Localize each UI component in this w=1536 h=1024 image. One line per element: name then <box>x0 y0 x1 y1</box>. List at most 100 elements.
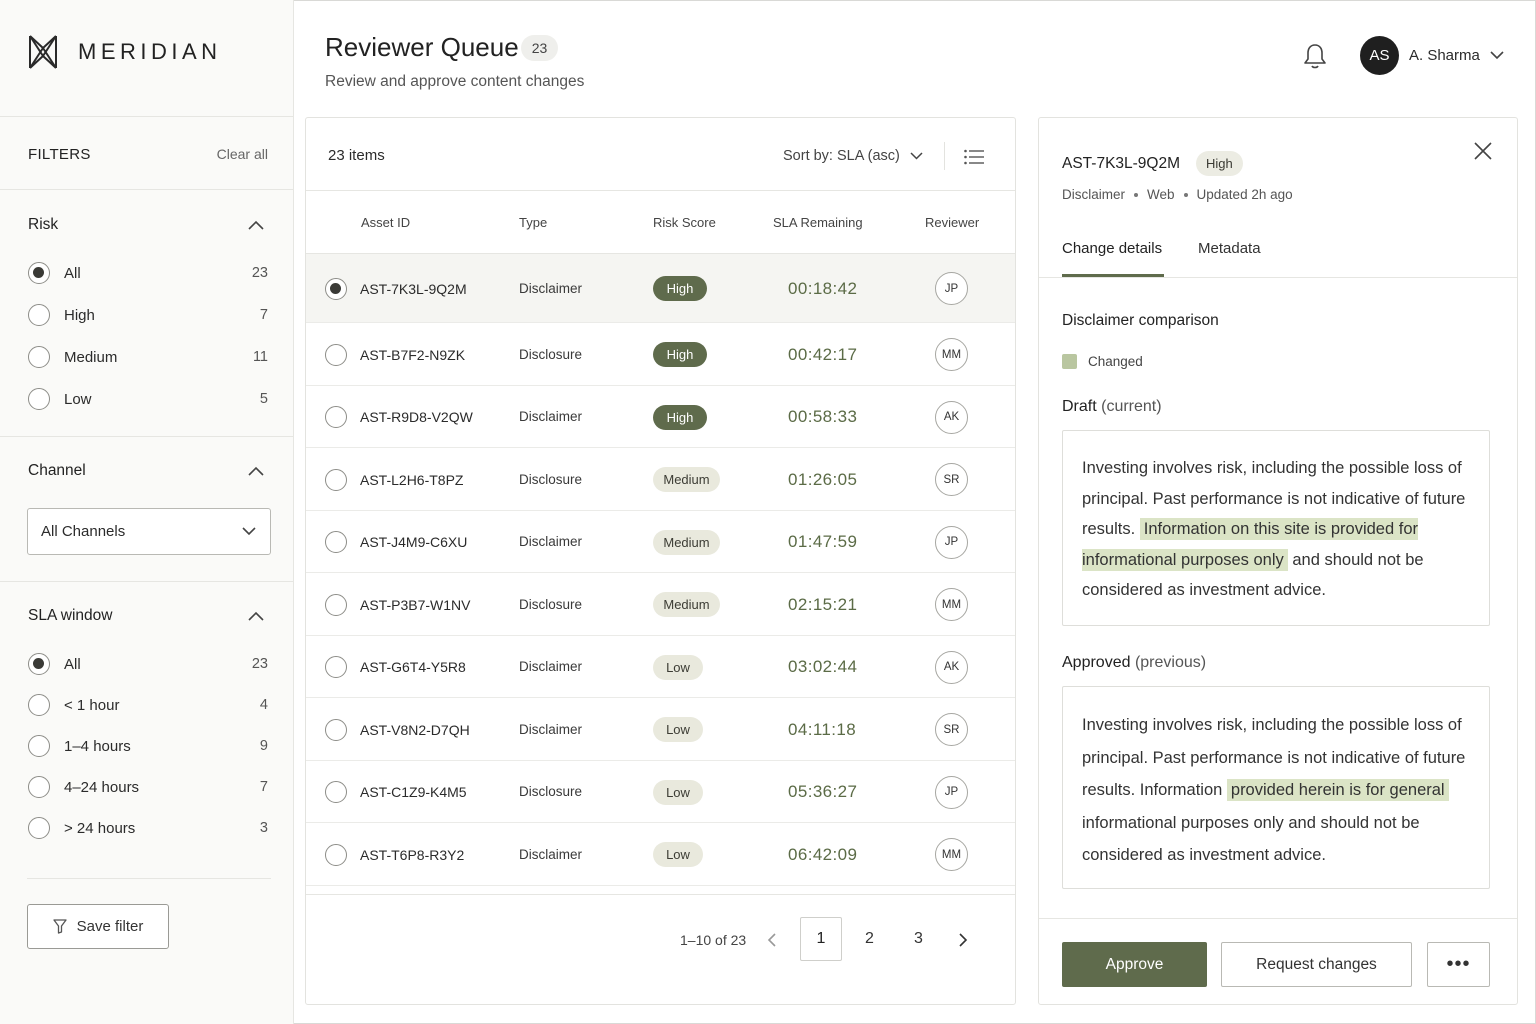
column-header-type[interactable]: Type <box>519 215 547 230</box>
bell-icon[interactable] <box>1302 42 1328 70</box>
filter-option[interactable]: High 7 <box>28 302 268 328</box>
sla-remaining-cell: 00:58:33 <box>788 407 858 426</box>
save-filter-button[interactable]: Save filter <box>27 904 169 949</box>
risk-badge: Low <box>653 717 703 742</box>
row-select-radio[interactable] <box>325 468 347 491</box>
asset-id-cell[interactable]: AST-R9D8-V2QW <box>360 409 473 425</box>
user-name[interactable]: A. Sharma <box>1409 47 1480 64</box>
table-row[interactable]: AST-V8N2-D7QH Disclaimer Low 04:11:18 SR <box>306 698 1015 761</box>
close-icon[interactable] <box>1473 141 1493 161</box>
chevron-left-icon[interactable] <box>766 932 778 948</box>
reviewer-avatar[interactable]: AK <box>935 650 968 684</box>
row-select-radio[interactable] <box>325 781 347 803</box>
chevron-up-icon[interactable] <box>248 611 264 621</box>
sla-section-title[interactable]: SLA window <box>28 607 112 625</box>
list-view-icon[interactable] <box>964 149 984 165</box>
channel-select[interactable]: All Channels <box>27 508 271 555</box>
reviewer-avatar[interactable]: JP <box>935 272 968 305</box>
filter-option[interactable]: 4–24 hours 7 <box>28 774 268 800</box>
radio-button[interactable] <box>28 776 50 798</box>
tab-change-details[interactable]: Change details <box>1062 240 1162 257</box>
asset-id-cell[interactable]: AST-V8N2-D7QH <box>360 722 470 738</box>
sort-dropdown[interactable]: Sort by: SLA (asc) <box>783 148 923 164</box>
table-row[interactable]: AST-P3B7-W1NV Disclosure Medium 02:15:21 MM <box>306 573 1015 636</box>
asset-id-cell[interactable]: AST-B7F2-N9ZK <box>360 347 465 363</box>
reviewer-avatar[interactable]: JP <box>935 775 968 809</box>
table-row[interactable]: AST-J4M9-C6XU Disclaimer Medium 01:47:59 JP <box>306 511 1015 573</box>
chevron-right-icon[interactable] <box>957 932 969 948</box>
filter-option-label: Low <box>64 390 92 408</box>
reviewer-avatar[interactable]: SR <box>935 463 968 496</box>
row-select-radio[interactable] <box>325 531 347 553</box>
save-filter-label: Save filter <box>76 918 144 935</box>
column-header-sla-remaining[interactable]: SLA Remaining <box>773 215 863 230</box>
brand[interactable]: MERIDIAN <box>28 34 222 70</box>
table-row[interactable]: AST-T6P8-R3Y2 Disclaimer Low 06:42:09 MM <box>306 823 1015 886</box>
column-header-risk-score[interactable]: Risk Score <box>653 215 716 230</box>
changed-swatch <box>1062 354 1077 369</box>
filter-option[interactable]: All 23 <box>28 651 268 677</box>
radio-button[interactable] <box>28 653 50 675</box>
page-3-button[interactable]: 3 <box>914 930 923 948</box>
table-row[interactable]: AST-L2H6-T8PZ Disclosure Medium 01:26:05 SR <box>306 448 1015 511</box>
page-2-button[interactable]: 2 <box>865 930 874 948</box>
reviewer-avatar[interactable]: SR <box>935 713 968 746</box>
column-header-asset-id[interactable]: Asset ID <box>361 215 410 230</box>
row-select-radio[interactable] <box>325 656 347 678</box>
filter-option[interactable]: All 23 <box>28 260 268 286</box>
row-select-radio[interactable] <box>325 277 347 300</box>
reviewer-avatar[interactable]: MM <box>935 838 968 871</box>
asset-id-cell[interactable]: AST-C1Z9-K4M5 <box>360 784 467 800</box>
radio-button[interactable] <box>28 694 50 716</box>
avatar[interactable]: AS <box>1360 36 1399 75</box>
page-1-button[interactable]: 1 <box>800 917 842 961</box>
row-select-radio[interactable] <box>325 593 347 616</box>
reviewer-avatar[interactable]: AK <box>935 400 968 434</box>
asset-id-cell[interactable]: AST-L2H6-T8PZ <box>360 472 463 488</box>
chevron-up-icon[interactable] <box>248 466 264 476</box>
channel-section-title[interactable]: Channel <box>28 462 86 480</box>
table-row[interactable]: AST-R9D8-V2QW Disclaimer High 00:58:33 AK <box>306 386 1015 448</box>
clear-all-link[interactable]: Clear all <box>217 146 268 163</box>
radio-button[interactable] <box>28 304 50 326</box>
table-row[interactable]: AST-7K3L-9Q2M Disclaimer High 00:18:42 JP <box>306 254 1015 323</box>
radio-button[interactable] <box>28 817 50 839</box>
table-row[interactable]: AST-C1Z9-K4M5 Disclosure Low 05:36:27 JP <box>306 761 1015 823</box>
asset-id-cell[interactable]: AST-G6T4-Y5R8 <box>360 659 466 675</box>
asset-id-cell[interactable]: AST-T6P8-R3Y2 <box>360 847 464 863</box>
filter-option[interactable]: Medium 11 <box>28 344 268 370</box>
filter-option[interactable]: Low 5 <box>28 386 268 412</box>
tab-metadata[interactable]: Metadata <box>1198 240 1261 257</box>
reviewer-avatar[interactable]: MM <box>935 338 968 371</box>
asset-id-cell[interactable]: AST-J4M9-C6XU <box>360 534 467 550</box>
pagination-range: 1–10 of 23 <box>680 932 747 948</box>
request-changes-button[interactable]: Request changes <box>1221 942 1412 987</box>
reviewer-avatar[interactable]: JP <box>935 525 968 559</box>
radio-button[interactable] <box>28 388 50 410</box>
more-actions-button[interactable]: ••• <box>1427 942 1490 987</box>
risk-section-title[interactable]: Risk <box>28 216 58 234</box>
row-select-radio[interactable] <box>325 718 347 741</box>
asset-id-cell[interactable]: AST-P3B7-W1NV <box>360 597 470 613</box>
filter-option[interactable]: > 24 hours 3 <box>28 815 268 841</box>
table-row[interactable]: AST-G6T4-Y5R8 Disclaimer Low 03:02:44 AK <box>306 636 1015 698</box>
asset-id-cell[interactable]: AST-7K3L-9Q2M <box>360 281 467 297</box>
table-row[interactable]: AST-B7F2-N9ZK Disclosure High 00:42:17 MM <box>306 323 1015 386</box>
type-cell: Disclaimer <box>519 409 583 424</box>
column-header-reviewer[interactable]: Reviewer <box>925 215 979 230</box>
filter-option[interactable]: 1–4 hours 9 <box>28 733 268 759</box>
radio-button[interactable] <box>28 262 50 284</box>
chevron-down-icon[interactable] <box>1490 51 1504 60</box>
row-select-radio[interactable] <box>325 343 347 366</box>
row-select-radio[interactable] <box>325 406 347 428</box>
radio-button[interactable] <box>28 735 50 757</box>
divider <box>306 894 1015 895</box>
sla-remaining-cell: 00:18:42 <box>788 278 858 298</box>
filter-option[interactable]: < 1 hour 4 <box>28 692 268 718</box>
chevron-up-icon[interactable] <box>248 220 264 230</box>
reviewer-avatar[interactable]: MM <box>935 588 968 621</box>
radio-button[interactable] <box>28 346 50 368</box>
draft-label-text: Draft <box>1062 398 1097 415</box>
approve-button[interactable]: Approve <box>1062 942 1207 987</box>
row-select-radio[interactable] <box>325 843 347 866</box>
